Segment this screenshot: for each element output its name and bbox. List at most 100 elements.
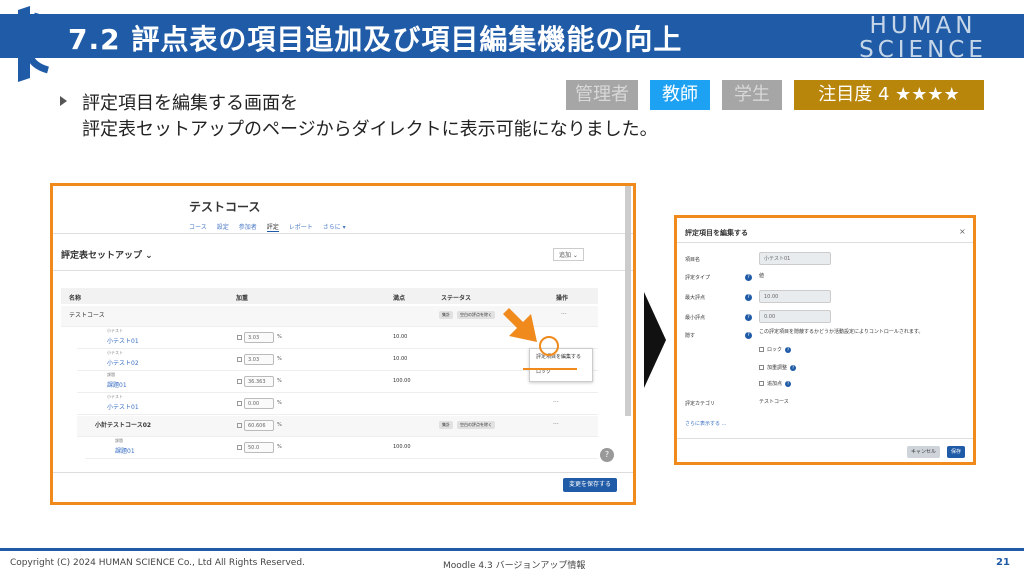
min-grade-input[interactable]: 0.00 bbox=[759, 310, 831, 323]
hidden-note: この評定項目を隠蔽するかどうか活動設定によりコントロールされます。 bbox=[759, 329, 924, 335]
footer-doc-title: Moodle 4.3 バージョンアップ情報 bbox=[443, 561, 586, 571]
gradebook-setup-select[interactable]: 評定表セットアップ ⌄ bbox=[61, 248, 153, 261]
category-value: テストコース bbox=[759, 399, 789, 405]
highlight-underline bbox=[523, 368, 577, 370]
item-link[interactable]: 課題01 bbox=[107, 380, 127, 389]
divider bbox=[53, 233, 633, 234]
divider bbox=[53, 472, 633, 473]
tab-reports[interactable]: レポート bbox=[289, 222, 313, 232]
footer-copyright: Copyright (C) 2024 HUMAN SCIENCE Co., Lt… bbox=[10, 558, 305, 568]
help-icon[interactable]: ? bbox=[745, 332, 752, 339]
weight-checkbox[interactable] bbox=[237, 357, 242, 362]
label-item-name: 項目名 bbox=[685, 257, 701, 263]
course-nav-tabs: コース 設定 参加者 評定 レポート さらに ▾ bbox=[189, 222, 346, 232]
label-max-grade: 最大評点 bbox=[685, 295, 706, 301]
extra-credit-checkbox[interactable]: 追加点? bbox=[759, 380, 792, 387]
weight-checkbox[interactable] bbox=[237, 379, 242, 384]
chevron-right-icon bbox=[644, 292, 666, 388]
item-link[interactable]: 小テスト02 bbox=[107, 358, 139, 367]
badge-admin: 管理者 bbox=[566, 80, 638, 110]
help-icon[interactable]: ? bbox=[745, 294, 752, 301]
hs-logo-icon bbox=[18, 6, 52, 82]
badge-attention: 注目度 4 ★★★★ bbox=[794, 80, 984, 110]
description-line-2: 評定表セットアップのページからダイレクトに表示可能になりました。 bbox=[82, 119, 658, 140]
item-link[interactable]: 小テスト01 bbox=[107, 336, 139, 345]
header: 7.2 評点表の項目追加及び項目編集機能の向上 HUMAN SCIENCE bbox=[0, 0, 1024, 82]
slide-title: 7.2 評点表の項目追加及び項目編集機能の向上 bbox=[68, 23, 683, 56]
table-row: 課題 課題01 50.0 % 100.00 bbox=[85, 438, 598, 459]
save-changes-button[interactable]: 変更を保存する bbox=[563, 478, 618, 492]
scrollbar[interactable] bbox=[625, 186, 631, 416]
label-hidden: 隠す bbox=[685, 333, 696, 339]
tab-grades[interactable]: 評定 bbox=[266, 222, 279, 232]
col-status: ステータス bbox=[441, 295, 472, 302]
divider bbox=[677, 438, 973, 439]
category-name: テストコース bbox=[69, 312, 105, 319]
menu-item-lock[interactable]: ロック bbox=[530, 364, 592, 379]
footer-divider bbox=[0, 548, 1024, 551]
badge-teacher: 教師 bbox=[650, 80, 710, 110]
gradebook-setup-screenshot: テストコース コース 設定 参加者 評定 レポート さらに ▾ 評定表セットアッ… bbox=[50, 183, 636, 505]
actions-menu-icon[interactable]: ··· bbox=[553, 399, 559, 406]
label-category: 評定カテゴリ bbox=[685, 401, 716, 407]
weight-input[interactable]: 50.0 bbox=[244, 442, 274, 453]
cancel-button[interactable]: キャンセル bbox=[907, 446, 941, 458]
subcategory-name: 小計テストコース02 bbox=[95, 422, 152, 429]
help-icon[interactable]: ? bbox=[790, 364, 797, 371]
grade-type-value: 値 bbox=[759, 273, 765, 279]
table-row: 小テスト 小テスト01 0.00 % ··· bbox=[77, 394, 598, 415]
add-select[interactable]: 追加 ⌄ bbox=[553, 248, 584, 261]
badge-student: 学生 bbox=[722, 80, 782, 110]
col-max: 満点 bbox=[393, 295, 406, 302]
status-badge: 集計 bbox=[439, 311, 453, 319]
status-badge: 集計 bbox=[439, 421, 453, 429]
weight-checkbox[interactable] bbox=[237, 445, 242, 450]
divider bbox=[53, 270, 633, 271]
save-button[interactable]: 保存 bbox=[947, 446, 966, 458]
label-grade-type: 評定タイプ bbox=[685, 275, 711, 281]
actions-context-menu: 評定項目を編集する ロック bbox=[529, 348, 593, 382]
help-icon[interactable]: ? bbox=[785, 380, 792, 387]
col-weight: 加重 bbox=[236, 295, 249, 302]
tab-course[interactable]: コース bbox=[189, 222, 207, 232]
checkbox-icon[interactable] bbox=[759, 347, 764, 352]
actions-menu-icon[interactable]: ··· bbox=[553, 421, 559, 428]
item-link[interactable]: 課題01 bbox=[115, 446, 135, 455]
weight-checkbox[interactable] bbox=[237, 401, 242, 406]
max-grade-input[interactable]: 10.00 bbox=[759, 290, 831, 303]
help-icon[interactable]: ? bbox=[745, 314, 752, 321]
weight-checkbox[interactable] bbox=[237, 335, 242, 340]
weight-input[interactable]: 60.606 bbox=[244, 420, 274, 431]
item-name-input[interactable]: 小テスト01 bbox=[759, 252, 831, 265]
label-min-grade: 最小評点 bbox=[685, 315, 706, 321]
item-link[interactable]: 小テスト01 bbox=[107, 402, 139, 411]
checkbox-icon[interactable] bbox=[759, 365, 764, 370]
dialog-title: 評定項目を編集する bbox=[685, 229, 748, 237]
weight-adjust-checkbox[interactable]: 加重調整? bbox=[759, 364, 797, 371]
show-more-link[interactable]: さらに表示する ... bbox=[685, 420, 726, 427]
bullet-icon bbox=[60, 96, 67, 106]
description-line-1: 評定項目を編集する画面を bbox=[82, 93, 298, 114]
edit-grade-item-dialog: 評定項目を編集する × 項目名 小テスト01 評定タイプ ? 値 最大評点 ? … bbox=[674, 215, 976, 465]
weight-input[interactable]: 3.03 bbox=[244, 354, 274, 365]
tab-more[interactable]: さらに ▾ bbox=[323, 222, 346, 232]
checkbox-icon[interactable] bbox=[759, 381, 764, 386]
tab-settings[interactable]: 設定 bbox=[217, 222, 229, 232]
table-row: 小テスト 小テスト02 3.03 % 10.00 bbox=[77, 350, 598, 371]
table-header: 名称 加重 満点 ステータス 操作 bbox=[61, 288, 598, 304]
weight-input[interactable]: 36.363 bbox=[244, 376, 274, 387]
weight-checkbox[interactable] bbox=[237, 423, 242, 428]
help-icon[interactable]: ? bbox=[745, 274, 752, 281]
table-row: 課題 課題01 36.363 % 100.00 ··· bbox=[77, 372, 598, 393]
help-button[interactable]: ? bbox=[600, 448, 614, 462]
pointer-arrow-icon bbox=[503, 308, 537, 342]
actions-menu-icon[interactable]: ··· bbox=[561, 311, 567, 318]
status-badge: 空白の評点を除く bbox=[457, 311, 495, 319]
tab-participants[interactable]: 参加者 bbox=[239, 222, 257, 232]
weight-input[interactable]: 3.03 bbox=[244, 332, 274, 343]
brand-wordmark: HUMAN SCIENCE bbox=[859, 13, 987, 63]
close-icon[interactable]: × bbox=[959, 227, 966, 236]
weight-input[interactable]: 0.00 bbox=[244, 398, 274, 409]
help-icon[interactable]: ? bbox=[785, 346, 792, 353]
lock-checkbox[interactable]: ロック? bbox=[759, 346, 792, 353]
